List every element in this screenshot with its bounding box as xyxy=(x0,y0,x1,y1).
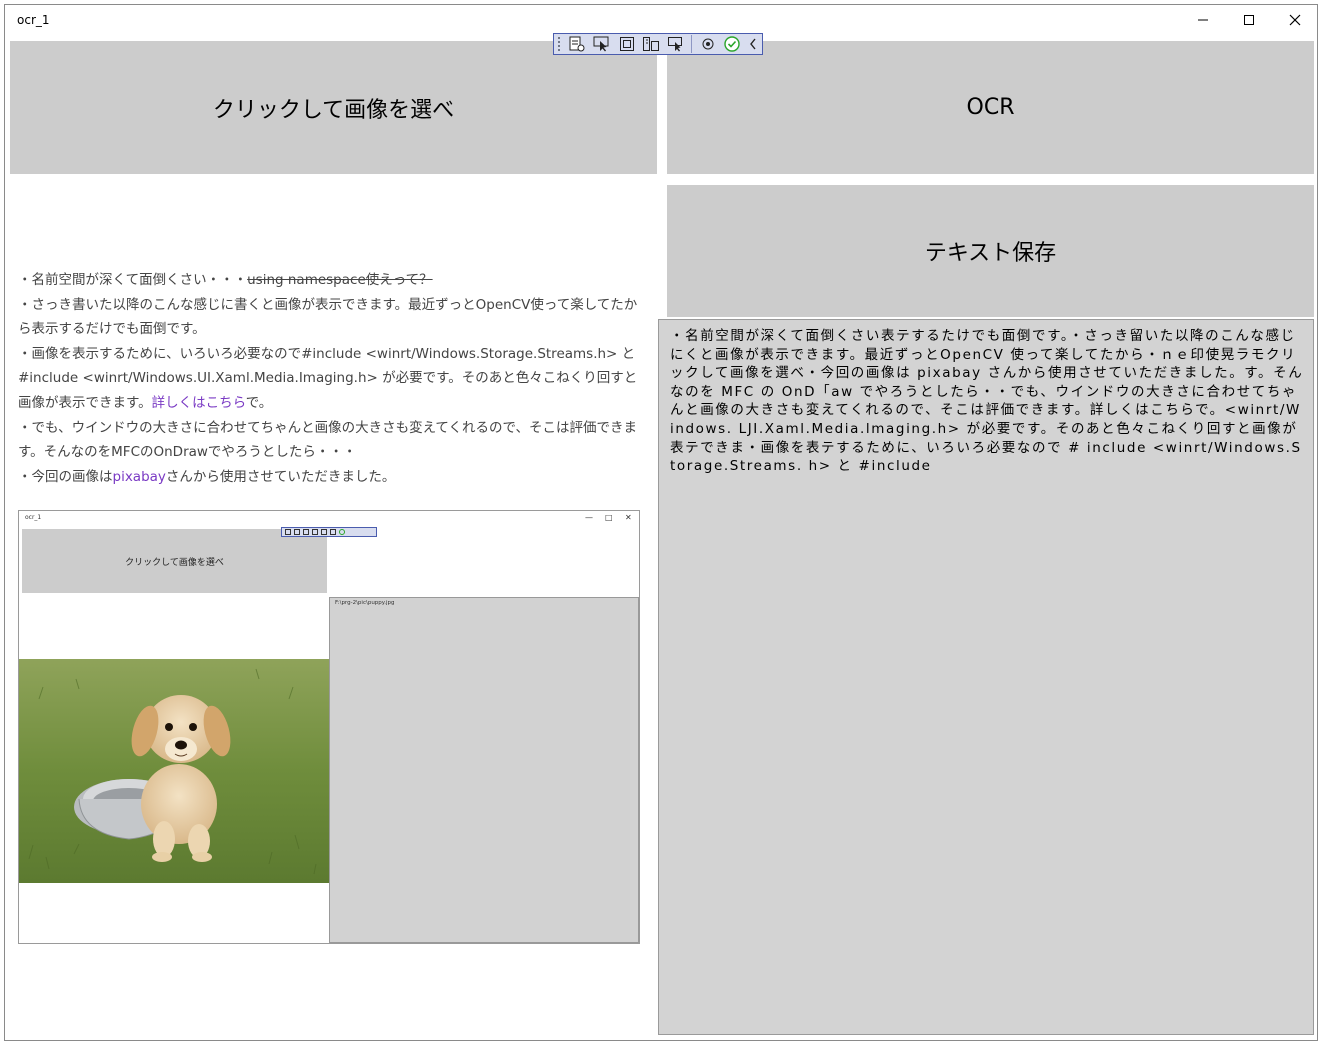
ocr-result-panel[interactable]: ・名前空間が深くて面倒くさい表テするたけでも面倒です。・さっき留いた以降のこんな… xyxy=(658,319,1314,1035)
strikethrough-text: using namespace使えって？ xyxy=(247,272,433,288)
puppy-in-bowl-photo xyxy=(19,659,329,883)
article-para-3-suffix: で。 xyxy=(245,394,273,411)
display-layout-adorners-icon[interactable] xyxy=(617,35,636,53)
maximize-button[interactable] xyxy=(1226,5,1272,35)
article-para-1-text: ・名前空間が深くて面倒くさい・・・ xyxy=(18,272,248,288)
minimize-icon xyxy=(1198,19,1208,21)
embedded-minimize-icon: — xyxy=(585,513,593,522)
embedded-select-image-button: クリックして画像を選べ xyxy=(22,529,327,593)
article-text: ・名前空間が深くて面倒くさい・・・using namespace使えって？ ・さ… xyxy=(18,268,650,489)
binding-failures-icon[interactable] xyxy=(698,35,717,53)
article-para-5-text: ・今回の画像は xyxy=(18,468,113,485)
collapse-chevron-icon[interactable] xyxy=(748,35,759,53)
embedded-debug-toolbar xyxy=(281,527,377,537)
ocr-result-text: ・名前空間が深くて面倒くさい表テするたけでも面倒です。・さっき留いた以降のこんな… xyxy=(670,328,1304,475)
close-button[interactable] xyxy=(1272,5,1318,35)
live-visual-tree-icon[interactable] xyxy=(568,35,587,53)
article-para-4: ・でも、ウインドウの大きさに合わせてちゃんと画像の大きさも変えてくれるので、そこ… xyxy=(18,419,637,461)
article-para-3: ・画像を表示するために、いろいろ必要なので#include <winrt/Win… xyxy=(18,342,650,416)
details-link[interactable]: 詳しくはこちら xyxy=(152,395,246,411)
embedded-close-icon: ✕ xyxy=(625,513,632,522)
article-para-1: ・名前空間が深くて面倒くさい・・・using namespace使えって？ xyxy=(18,268,650,293)
embedded-window-title: ocr_1 xyxy=(25,514,42,521)
embedded-screenshot: ocr_1 — □ ✕ クリックして画像を選べ F:\prg-2\pic\pup… xyxy=(18,510,640,944)
close-icon xyxy=(1289,14,1301,26)
toolbar-grip[interactable] xyxy=(557,36,561,52)
toolbar-separator xyxy=(691,35,693,53)
title-bar[interactable]: ocr_1 xyxy=(5,5,1317,35)
pixabay-link[interactable]: pixabay xyxy=(113,469,166,485)
show-hot-reload-icon[interactable] xyxy=(667,35,686,53)
debug-toolbar xyxy=(553,33,763,55)
check-accessibility-icon[interactable] xyxy=(723,35,742,53)
embedded-maximize-icon: □ xyxy=(605,513,613,522)
ocr-button[interactable]: OCR xyxy=(667,41,1314,174)
article-para-5-suffix: さんから使用させていただきました。 xyxy=(165,468,396,485)
select-element-icon[interactable] xyxy=(592,35,611,53)
article-para-5: ・今回の画像はpixabayさんから使用させていただきました。 xyxy=(18,465,650,490)
article-para-3-text: ・画像を表示するために、いろいろ必要なので#include <winrt/Win… xyxy=(18,345,638,411)
article-para-2: ・さっき書いた以降のこんな感じに書くと画像が表示できます。最近ずっとOpenCV… xyxy=(18,296,638,338)
embedded-file-path: F:\prg-2\pic\puppy.jpg xyxy=(335,600,395,606)
maximize-icon xyxy=(1244,15,1254,25)
window-title: ocr_1 xyxy=(17,13,50,27)
track-focus-icon[interactable] xyxy=(642,35,661,53)
select-image-button[interactable]: クリックして画像を選べ xyxy=(10,41,657,174)
save-text-button[interactable]: テキスト保存 xyxy=(667,185,1314,317)
minimize-button[interactable] xyxy=(1180,5,1226,35)
embedded-ocr-panel: F:\prg-2\pic\puppy.jpg xyxy=(329,597,639,943)
